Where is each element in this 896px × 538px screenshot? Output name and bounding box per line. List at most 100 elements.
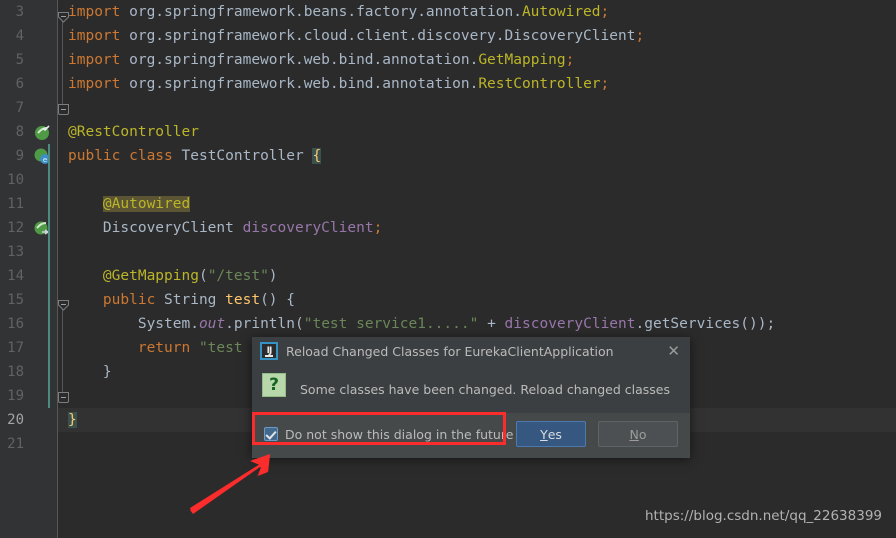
code-line[interactable]: @GetMapping("/test") xyxy=(58,264,278,288)
code-token: .println( xyxy=(225,316,304,332)
code-line[interactable]: @RestController xyxy=(58,120,199,144)
code-line[interactable]: public class TestController { xyxy=(58,144,322,168)
gutter-row: 4 xyxy=(0,24,57,48)
code-token: TestController xyxy=(181,148,313,164)
editor-gutter: 3 4 5 6 7 8 9 e 10 11 12 13 14 15 16 17 18 19 20 21 xyxy=(0,0,58,538)
code-token: org.springframework.cloud.client.discove… xyxy=(129,28,636,44)
gutter-row: 3 xyxy=(0,0,57,24)
code-token: public xyxy=(68,148,130,164)
code-line[interactable]: public String test() { xyxy=(58,288,295,312)
code-fold-marker[interactable] xyxy=(58,392,69,403)
bean-check-icon[interactable] xyxy=(34,124,51,141)
fold-guide-line xyxy=(62,14,63,110)
code-token: } xyxy=(68,364,112,380)
code-token: } xyxy=(68,412,77,428)
code-token: out xyxy=(198,316,226,332)
code-line[interactable]: } xyxy=(58,408,77,432)
line-number: 9 xyxy=(15,148,24,164)
question-icon: ? xyxy=(262,373,286,397)
code-fold-marker[interactable] xyxy=(58,8,69,23)
gutter-row: 21 xyxy=(0,432,57,456)
code-token: import xyxy=(68,52,130,68)
ide-editor-screenshot: 3 4 5 6 7 8 9 e 10 11 12 13 14 15 16 17 18 19 20 21 import … xyxy=(0,0,896,538)
line-number: 16 xyxy=(7,316,24,332)
code-token: "/test" xyxy=(207,268,269,284)
code-token: org.springframework.beans.factory.annota… xyxy=(129,4,522,20)
line-number: 3 xyxy=(15,4,24,20)
code-line[interactable]: import org.springframework.web.bind.anno… xyxy=(58,48,574,72)
line-number: 10 xyxy=(7,172,24,188)
yes-button[interactable]: Yes xyxy=(516,421,586,447)
line-number: 19 xyxy=(7,388,24,404)
intellij-icon-underline xyxy=(265,355,273,357)
close-icon[interactable]: ✕ xyxy=(667,337,680,366)
code-token: ( xyxy=(198,268,208,284)
gutter-row: 6 xyxy=(0,72,57,96)
dialog-footer: Do not show this dialog in the future Ye… xyxy=(252,413,690,458)
line-number: 5 xyxy=(15,52,24,68)
svg-text:e: e xyxy=(43,156,47,164)
do-not-show-again-checkbox[interactable]: Do not show this dialog in the future xyxy=(264,423,513,445)
yes-button-mnemonic: Y xyxy=(540,426,548,442)
code-token: @Autowired xyxy=(102,196,191,212)
line-number: 7 xyxy=(15,100,24,116)
question-icon-glyph: ? xyxy=(269,375,279,395)
code-line[interactable] xyxy=(58,240,68,264)
code-fold-marker[interactable] xyxy=(58,104,69,115)
code-token: () { xyxy=(260,292,295,308)
line-number: 8 xyxy=(15,124,24,140)
reload-changed-classes-dialog[interactable]: IJ Reload Changed Classes for EurekaClie… xyxy=(252,337,690,458)
code-token: { xyxy=(312,148,322,164)
class-structure-bar xyxy=(48,144,50,408)
code-token: org.springframework.web.bind.annotation. xyxy=(129,52,479,68)
code-line[interactable] xyxy=(58,432,68,456)
fold-guide-line xyxy=(62,302,63,398)
no-button[interactable]: No xyxy=(598,421,678,447)
code-line[interactable]: import org.springframework.beans.factory… xyxy=(58,0,609,24)
code-token: @RestController xyxy=(68,124,199,140)
gutter-row: 5 xyxy=(0,48,57,72)
code-line[interactable]: DiscoveryClient discoveryClient; xyxy=(58,216,382,240)
code-line[interactable]: } xyxy=(58,360,112,384)
code-line[interactable]: @Autowired xyxy=(58,192,191,216)
checkbox-box[interactable] xyxy=(264,427,278,441)
code-token: return xyxy=(137,340,199,356)
no-button-rest: o xyxy=(638,426,647,442)
gutter-row: 20 xyxy=(0,408,57,432)
code-token: GetMapping xyxy=(478,52,566,68)
code-token: org.springframework.web.bind.annotation. xyxy=(129,76,479,92)
line-number: 13 xyxy=(7,244,24,260)
line-number: 15 xyxy=(7,292,24,308)
dialog-title: Reload Changed Classes for EurekaClientA… xyxy=(286,344,614,359)
line-number: 14 xyxy=(7,268,24,284)
code-token: ; xyxy=(635,28,645,44)
code-line[interactable]: import org.springframework.web.bind.anno… xyxy=(58,72,609,96)
line-number: 6 xyxy=(15,76,24,92)
code-token: ; xyxy=(565,52,575,68)
code-line[interactable]: import org.springframework.cloud.client.… xyxy=(58,24,644,48)
code-token: ; xyxy=(600,76,610,92)
checkbox-label: Do not show this dialog in the future xyxy=(285,426,514,442)
code-token: test xyxy=(225,292,261,308)
code-token: Autowired xyxy=(521,4,601,20)
line-number: 12 xyxy=(7,220,24,236)
code-token: "test service1....." xyxy=(303,316,479,332)
code-token: import xyxy=(68,28,130,44)
code-token: String xyxy=(164,292,226,308)
line-number: 11 xyxy=(7,196,24,212)
code-token: ; xyxy=(373,220,383,236)
no-button-mnemonic: N xyxy=(629,426,639,442)
watermark-url: https://blog.csdn.net/qq_22638399 xyxy=(644,508,882,524)
code-token: ; xyxy=(600,4,610,20)
dialog-titlebar: IJ Reload Changed Classes for EurekaClie… xyxy=(252,337,690,367)
code-line[interactable] xyxy=(58,168,68,192)
code-token: ) xyxy=(268,268,278,284)
line-number: 17 xyxy=(7,340,24,356)
line-number: 18 xyxy=(7,364,24,380)
code-line[interactable]: System.out.println("test service1....." … xyxy=(58,312,775,336)
code-fold-marker[interactable] xyxy=(58,296,69,311)
code-token: @GetMapping xyxy=(102,268,199,284)
